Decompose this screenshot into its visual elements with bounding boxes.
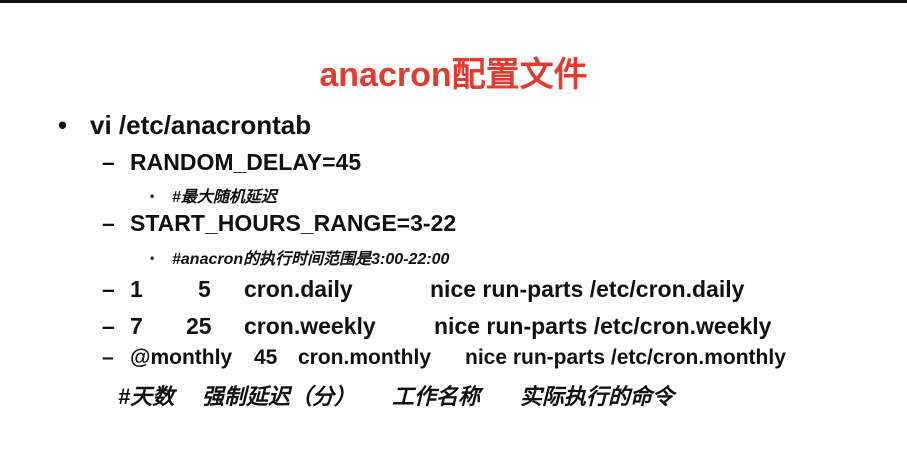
weekly-name: cron.weekly bbox=[244, 313, 376, 339]
dash-marker: – bbox=[102, 210, 115, 236]
legend-days: #天数 bbox=[118, 384, 175, 409]
main-bullet-text: vi /etc/anacrontab bbox=[90, 110, 312, 140]
daily-period: 1 bbox=[130, 276, 143, 302]
monthly-period: @monthly bbox=[130, 346, 233, 369]
monthly-command: nice run-parts /etc/cron.monthly bbox=[465, 346, 786, 369]
item-random-delay: – RANDOM_DELAY=45 bbox=[102, 149, 361, 176]
item-weekly: –7 25 cron.weekly nice run-parts /etc/cron.… bbox=[102, 313, 771, 340]
weekly-period: 7 bbox=[130, 313, 143, 339]
weekly-delay: 25 bbox=[186, 313, 212, 339]
dash-marker: – bbox=[102, 346, 114, 369]
note-random-delay: • #最大随机延迟 bbox=[150, 183, 277, 207]
dash-marker: – bbox=[102, 149, 115, 175]
legend-command: 实际执行的命令 bbox=[520, 384, 675, 409]
legend-delay: 强制延迟（分） bbox=[202, 384, 357, 409]
monthly-name: cron.monthly bbox=[298, 346, 432, 369]
monthly-delay: 45 bbox=[254, 346, 278, 369]
random-delay-note-text: #最大随机延迟 bbox=[172, 189, 277, 206]
dash-marker: – bbox=[102, 276, 115, 302]
random-delay-text: RANDOM_DELAY=45 bbox=[130, 149, 362, 175]
legend-job: 工作名称 bbox=[392, 384, 481, 409]
sub-bullet-dot: • bbox=[150, 189, 155, 203]
slide: anacron配置文件 • vi /etc/anacrontab – RANDOM_… bbox=[0, 3, 907, 475]
sub-bullet-dot: • bbox=[150, 251, 155, 265]
daily-name: cron.daily bbox=[244, 276, 353, 302]
bullet-dot: • bbox=[58, 110, 68, 140]
main-bullet: • vi /etc/anacrontab bbox=[58, 110, 311, 141]
daily-command: nice run-parts /etc/cron.daily bbox=[430, 276, 745, 302]
start-hours-text: START_HOURS_RANGE=3-22 bbox=[130, 210, 457, 236]
slide-title: anacron配置文件 bbox=[319, 56, 588, 94]
item-start-hours: – START_HOURS_RANGE=3-22 bbox=[102, 210, 456, 237]
note-start-hours: • #anacron的执行时间范围是3:00-22:00 bbox=[150, 245, 449, 269]
field-legend: #天数 强制延迟（分） 工作名称 实际执行的命令 bbox=[118, 379, 674, 411]
item-monthly: – @monthly 45 cron.monthly nice run-parts /e… bbox=[102, 346, 786, 370]
start-hours-note-text: #anacron的执行时间范围是3:00-22:00 bbox=[172, 251, 450, 268]
dash-marker: – bbox=[102, 313, 115, 339]
weekly-command: nice run-parts /etc/cron.weekly bbox=[434, 313, 772, 339]
item-daily: –1 5 cron.daily nice run-parts /etc/cron.da… bbox=[102, 276, 744, 303]
daily-delay: 5 bbox=[198, 276, 211, 302]
